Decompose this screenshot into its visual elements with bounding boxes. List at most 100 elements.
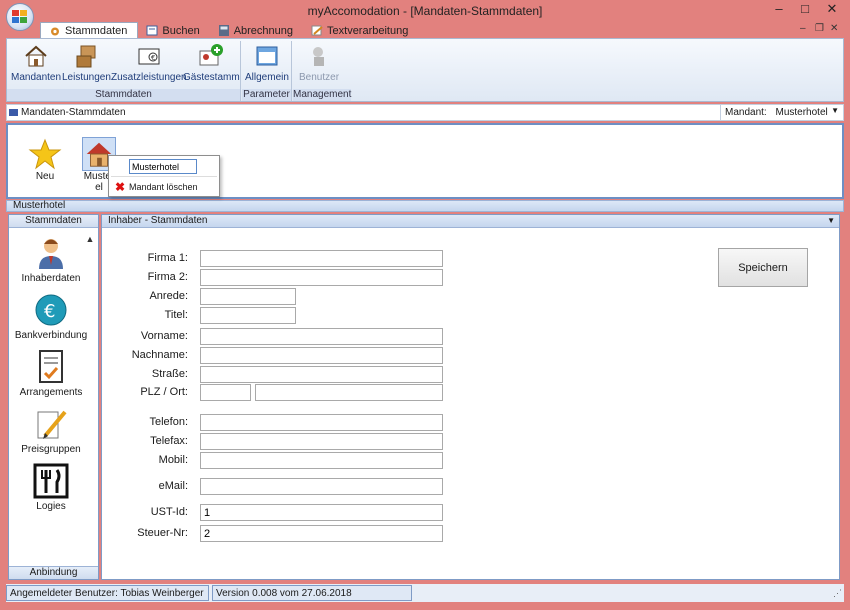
group-stammdaten: Mandanten Leistungen € Zusatzleistungen … xyxy=(7,41,241,101)
firma1-field[interactable] xyxy=(200,250,443,267)
ust-id-label: UST-Id: xyxy=(150,506,188,518)
nav-item-inhaberdaten[interactable]: Inhaberdaten xyxy=(11,235,91,284)
nav-header: Stammdaten xyxy=(9,215,98,228)
strasse-label: Straße: xyxy=(151,368,188,380)
star-icon xyxy=(28,138,62,170)
group-label: Parameter xyxy=(242,89,291,101)
firma1-label: Firma 1: xyxy=(147,252,188,264)
mdi-minimize-button[interactable]: – xyxy=(800,23,806,34)
mobil-field[interactable] xyxy=(200,452,443,469)
app-menu-button[interactable] xyxy=(6,3,34,31)
plz-field[interactable] xyxy=(200,384,251,401)
document-pen-icon xyxy=(311,25,323,36)
allgemein-button[interactable]: Allgemein xyxy=(245,43,289,83)
menu-separator xyxy=(111,176,217,177)
titel-field[interactable] xyxy=(200,307,296,324)
tab-textverarbeitung[interactable]: Textverarbeitung xyxy=(303,22,418,39)
zusatzleistungen-button[interactable]: € Zusatzleistungen xyxy=(111,43,187,83)
telefax-label: Telefax: xyxy=(150,435,188,447)
resize-grip-icon[interactable]: ⋰ xyxy=(833,588,842,599)
tab-abrechnung[interactable]: Abrechnung xyxy=(210,22,303,39)
minimize-button[interactable]: – xyxy=(766,0,792,20)
nav-item-label: Arrangements xyxy=(19,387,83,398)
book-icon xyxy=(146,25,158,36)
section-header: Musterhotel xyxy=(6,200,844,212)
gaestestamm-button[interactable]: Gästestamm xyxy=(183,43,240,83)
euro-icon: € xyxy=(35,294,67,326)
telefon-field[interactable] xyxy=(200,414,443,431)
window-settings-icon xyxy=(256,46,278,66)
ust-id-field[interactable] xyxy=(200,504,443,521)
tab-label: Buchen xyxy=(162,24,200,37)
tab-stammdaten[interactable]: Stammdaten xyxy=(40,22,139,39)
delete-icon: ✖ xyxy=(114,179,126,194)
ribbon-tabs: Stammdaten Buchen Abrechnung Textverarbe… xyxy=(40,22,418,39)
anrede-field[interactable] xyxy=(200,288,296,305)
email-field[interactable] xyxy=(200,478,443,495)
house-icon xyxy=(25,45,47,67)
button-label: Zusatzleistungen xyxy=(111,72,187,83)
form-title: Mandaten-Stammdaten xyxy=(21,107,126,118)
mandant-panel: Neu Muster el ✖ Mandant löschen xyxy=(6,123,844,199)
mandant-selector[interactable]: Mandant: Musterhotel ▼ xyxy=(720,105,843,120)
user-key-icon xyxy=(313,47,325,66)
button-label: Benutzer xyxy=(299,72,340,83)
nav-item-label: Preisgruppen xyxy=(21,444,81,455)
maximize-button[interactable]: □ xyxy=(792,0,818,20)
document-check-icon xyxy=(39,350,63,383)
tab-label: Abrechnung xyxy=(233,24,294,37)
mandant-item-neu[interactable]: Neu xyxy=(28,137,62,182)
left-nav: Stammdaten ▲ Inhaberdaten € Bankverbindu… xyxy=(8,214,99,580)
group-parameter: Allgemein Parameter xyxy=(242,41,292,101)
menu-item-label: Mandant löschen xyxy=(129,181,198,192)
person-icon xyxy=(39,239,63,269)
nachname-field[interactable] xyxy=(200,347,443,364)
vorname-label: Vorname: xyxy=(140,330,188,342)
guest-card-add-icon xyxy=(199,44,224,66)
button-label: Allgemein xyxy=(245,72,289,83)
mandant-selector-value: Musterhotel xyxy=(775,107,828,118)
chevron-down-icon: ▼ xyxy=(831,106,839,115)
mandanten-button[interactable]: Mandanten xyxy=(11,43,61,83)
title-bar: myAccomodation - [Mandaten-Stammdaten] –… xyxy=(0,0,850,31)
mandant-rename-input[interactable] xyxy=(129,159,197,174)
leistungen-button[interactable]: Leistungen xyxy=(62,43,111,83)
tab-buchen[interactable]: Buchen xyxy=(138,22,209,39)
status-bar: Angemeldeter Benutzer: Tobias Weinberger… xyxy=(6,584,844,602)
status-version: Version 0.008 vom 27.06.2018 xyxy=(212,585,412,601)
vorname-field[interactable] xyxy=(200,328,443,345)
save-button[interactable]: Speichern xyxy=(718,248,808,287)
mandant-bar: Mandaten-Stammdaten Mandant: Musterhotel… xyxy=(6,104,844,121)
telefax-field[interactable] xyxy=(200,433,443,450)
nav-item-label: Inhaberdaten xyxy=(21,273,81,284)
mandant-delete-menu-item[interactable]: ✖ Mandant löschen xyxy=(111,178,217,195)
nav-item-preisgruppen[interactable]: Preisgruppen xyxy=(11,406,91,455)
calculator-icon xyxy=(218,25,229,36)
ort-field[interactable] xyxy=(255,384,443,401)
chevron-down-icon[interactable]: ▼ xyxy=(827,215,835,227)
titel-label: Titel: xyxy=(164,309,188,321)
nav-item-logies[interactable]: Logies xyxy=(11,463,91,512)
mdi-close-button[interactable]: ✕ xyxy=(830,23,838,34)
firma2-field[interactable] xyxy=(200,269,443,286)
cutlery-icon xyxy=(33,463,69,499)
gear-icon xyxy=(51,27,59,35)
strasse-field[interactable] xyxy=(200,366,443,383)
nav-footer[interactable]: Anbindung xyxy=(9,566,98,579)
nav-item-bankverbindung[interactable]: € Bankverbindung xyxy=(11,292,91,341)
boxes-icon xyxy=(76,45,96,68)
wallet-icon: € xyxy=(138,48,160,65)
tab-label: Stammdaten xyxy=(65,25,128,37)
nav-item-label: Bankverbindung xyxy=(14,330,88,341)
plz-ort-label: PLZ / Ort: xyxy=(140,386,188,398)
group-label: Stammdaten xyxy=(7,89,240,101)
main-panel: Inhaber - Stammdaten ▼ Firma 1: Firma 2:… xyxy=(101,214,840,580)
nav-item-arrangements[interactable]: Arrangements xyxy=(11,349,91,398)
price-edit-icon xyxy=(37,410,67,439)
mdi-restore-button[interactable]: ❐ xyxy=(815,23,824,34)
button-label: Mandanten xyxy=(11,72,62,83)
svg-text:€: € xyxy=(151,54,155,62)
steuer-nr-field[interactable] xyxy=(200,525,443,542)
close-button[interactable]: ✕ xyxy=(818,0,846,20)
benutzer-button[interactable]: Benutzer xyxy=(299,43,339,83)
